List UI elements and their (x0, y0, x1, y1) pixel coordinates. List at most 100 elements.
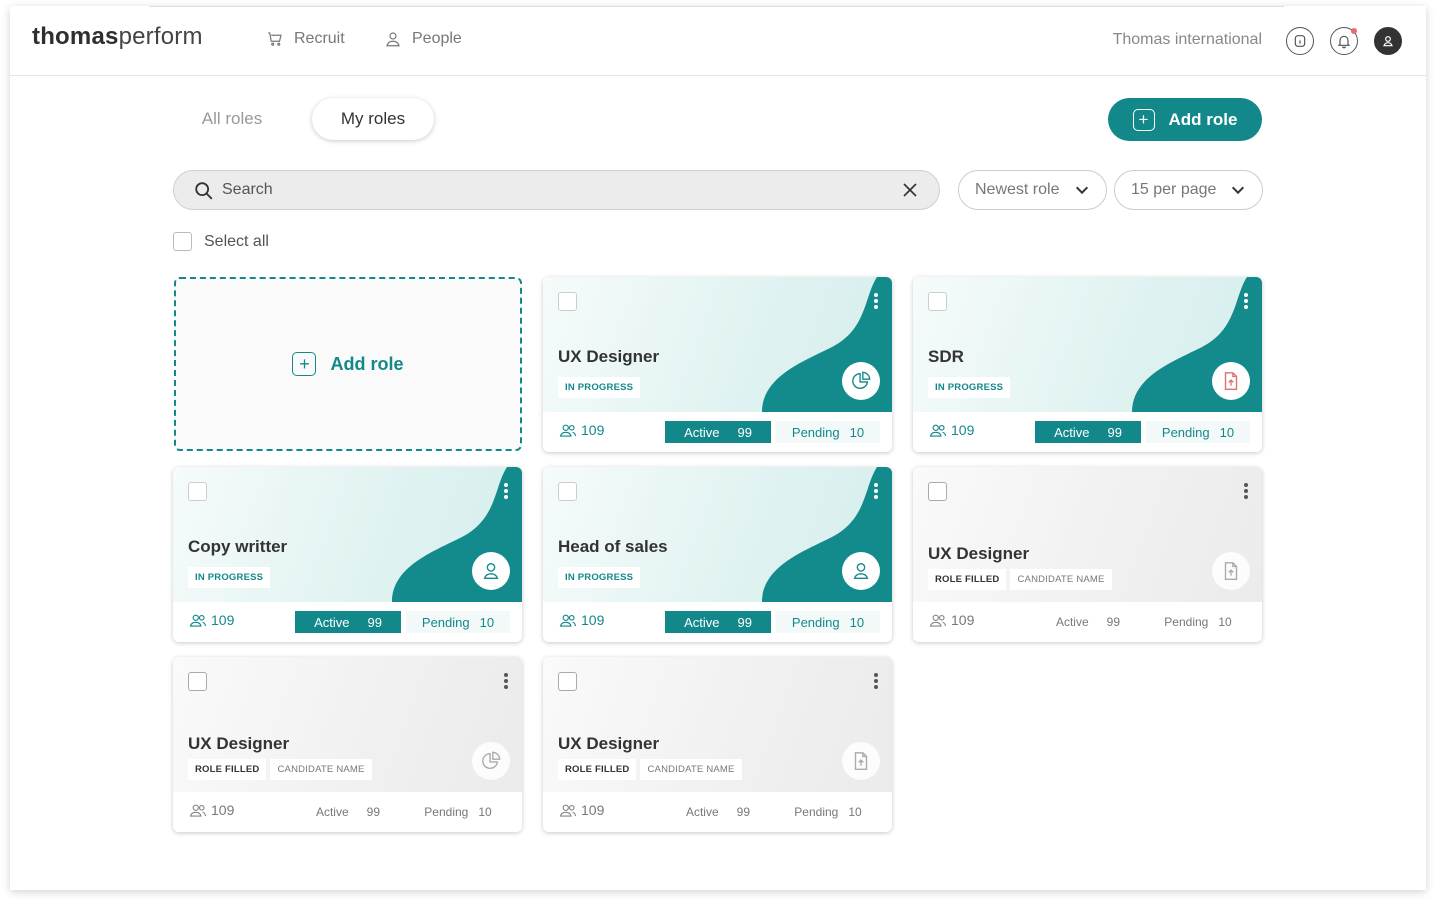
role-card[interactable]: UX Designer ROLE FILLED CANDIDATE NAME 10… (543, 657, 892, 832)
pending-label: Pending (424, 805, 469, 819)
pending-count[interactable]: Pending 10 (776, 801, 880, 823)
role-title[interactable]: SDR (928, 347, 964, 367)
add-role-button-label: Add role (1168, 109, 1238, 129)
active-count[interactable]: Active 99 (665, 801, 771, 823)
role-type-button[interactable] (1212, 552, 1250, 590)
add-role-button[interactable]: + Add role (1108, 98, 1262, 141)
card-checkbox[interactable] (558, 482, 577, 501)
status-badge: ROLE FILLED (558, 759, 637, 780)
card-checkbox[interactable] (558, 672, 577, 691)
card-checkbox[interactable] (188, 482, 207, 501)
more-options-icon[interactable] (1244, 483, 1248, 499)
candidate-count[interactable]: 109 (929, 612, 974, 628)
notifications-button[interactable] (1330, 27, 1358, 55)
pie-chart-icon (850, 370, 872, 392)
role-card[interactable]: Copy writter IN PROGRESS 109 Active 99 P… (173, 467, 522, 642)
more-options-icon[interactable] (504, 483, 508, 499)
pending-value: 10 (848, 805, 862, 819)
active-value: 99 (1106, 615, 1121, 629)
candidate-count[interactable]: 109 (559, 422, 604, 438)
per-page-dropdown[interactable]: 15 per page (1114, 170, 1263, 210)
more-options-icon[interactable] (874, 673, 878, 689)
pending-label: Pending (791, 424, 840, 440)
candidate-count[interactable]: 109 (559, 802, 604, 818)
role-title[interactable]: UX Designer (928, 544, 1029, 564)
more-options-icon[interactable] (504, 673, 508, 689)
pending-count[interactable]: Pending 10 (1146, 611, 1250, 633)
role-card[interactable]: Head of sales IN PROGRESS 109 Active 99 … (543, 467, 892, 642)
more-options-icon[interactable] (1244, 293, 1248, 309)
select-all-checkbox[interactable] (173, 232, 192, 251)
card-footer: 109 Active 99 Pending 10 (543, 412, 892, 452)
logo-bold-text: thomas (32, 23, 119, 50)
candidate-count[interactable]: 109 (189, 612, 234, 628)
role-type-button[interactable] (472, 742, 510, 780)
logo[interactable]: thomasperform (32, 23, 203, 51)
active-count[interactable]: Active 99 (665, 611, 771, 633)
role-card[interactable]: UX Designer ROLE FILLED CANDIDATE NAME 10… (173, 657, 522, 832)
candidate-count[interactable]: 109 (929, 422, 974, 438)
role-card[interactable]: UX Designer IN PROGRESS 109 Active 99 Pe… (543, 277, 892, 452)
active-label: Active (314, 614, 350, 630)
role-title[interactable]: Copy writter (188, 537, 287, 557)
active-count[interactable]: Active 99 (295, 611, 401, 633)
role-title[interactable]: Head of sales (558, 537, 668, 557)
sort-dropdown[interactable]: Newest role (958, 170, 1107, 210)
active-label: Active (1054, 424, 1090, 440)
notification-dot (1351, 28, 1357, 34)
close-icon[interactable] (901, 181, 919, 199)
tab-my-roles[interactable]: My roles (312, 98, 434, 140)
active-count[interactable]: Active 99 (665, 421, 771, 443)
logo-light-text: perform (118, 23, 203, 50)
more-options-icon[interactable] (874, 293, 878, 309)
user-avatar-button[interactable] (1374, 27, 1402, 55)
badge-group: IN PROGRESS (558, 377, 641, 398)
nav-recruit[interactable]: Recruit (266, 30, 345, 48)
role-title[interactable]: UX Designer (558, 347, 659, 367)
pending-count[interactable]: Pending 10 (1146, 421, 1250, 443)
card-header: UX Designer ROLE FILLED CANDIDATE NAME (913, 467, 1262, 602)
card-header: SDR IN PROGRESS (913, 277, 1262, 412)
card-checkbox[interactable] (188, 672, 207, 691)
pending-count[interactable]: Pending 10 (776, 611, 880, 633)
role-type-button[interactable] (842, 552, 880, 590)
candidate-count[interactable]: 109 (559, 612, 604, 628)
pending-label: Pending (1164, 615, 1209, 629)
pending-value: 10 (1218, 615, 1232, 629)
search-input[interactable] (222, 171, 882, 209)
person-icon (480, 560, 502, 582)
active-count[interactable]: Active 99 (1035, 611, 1141, 633)
role-type-button[interactable] (842, 362, 880, 400)
plus-icon: + (292, 352, 317, 376)
tab-all-roles[interactable]: All roles (182, 98, 282, 140)
nav-people[interactable]: People (384, 30, 462, 48)
select-all[interactable]: Select all (173, 232, 269, 251)
role-card[interactable]: UX Designer ROLE FILLED CANDIDATE NAME 10… (913, 467, 1262, 642)
more-options-icon[interactable] (874, 483, 878, 499)
info-button[interactable] (1286, 27, 1314, 55)
pending-count[interactable]: Pending 10 (776, 421, 880, 443)
card-checkbox[interactable] (928, 482, 947, 501)
file-upload-icon (850, 750, 872, 772)
role-title[interactable]: UX Designer (558, 734, 659, 754)
card-checkbox[interactable] (928, 292, 947, 311)
card-checkbox[interactable] (558, 292, 577, 311)
active-count[interactable]: Active 99 (1035, 421, 1141, 443)
active-label: Active (684, 614, 720, 630)
active-count[interactable]: Active 99 (295, 801, 401, 823)
add-role-card[interactable]: + Add role (174, 277, 522, 451)
badge-group: ROLE FILLED CANDIDATE NAME (558, 759, 742, 780)
role-type-button[interactable] (1212, 362, 1250, 400)
sort-dropdown-label: Newest role (975, 181, 1060, 198)
pending-count[interactable]: Pending 10 (406, 611, 510, 633)
plus-icon: + (1132, 108, 1155, 131)
pending-count[interactable]: Pending 10 (406, 801, 510, 823)
candidate-count[interactable]: 109 (189, 802, 234, 818)
organization-name[interactable]: Thomas international (1113, 31, 1262, 49)
role-card[interactable]: SDR IN PROGRESS 109 Active 99 Pending 10 (913, 277, 1262, 452)
card-header: Head of sales IN PROGRESS (543, 467, 892, 602)
role-type-button[interactable] (472, 552, 510, 590)
status-badge: IN PROGRESS (928, 377, 1011, 398)
role-type-button[interactable] (842, 742, 880, 780)
role-title[interactable]: UX Designer (188, 734, 289, 754)
